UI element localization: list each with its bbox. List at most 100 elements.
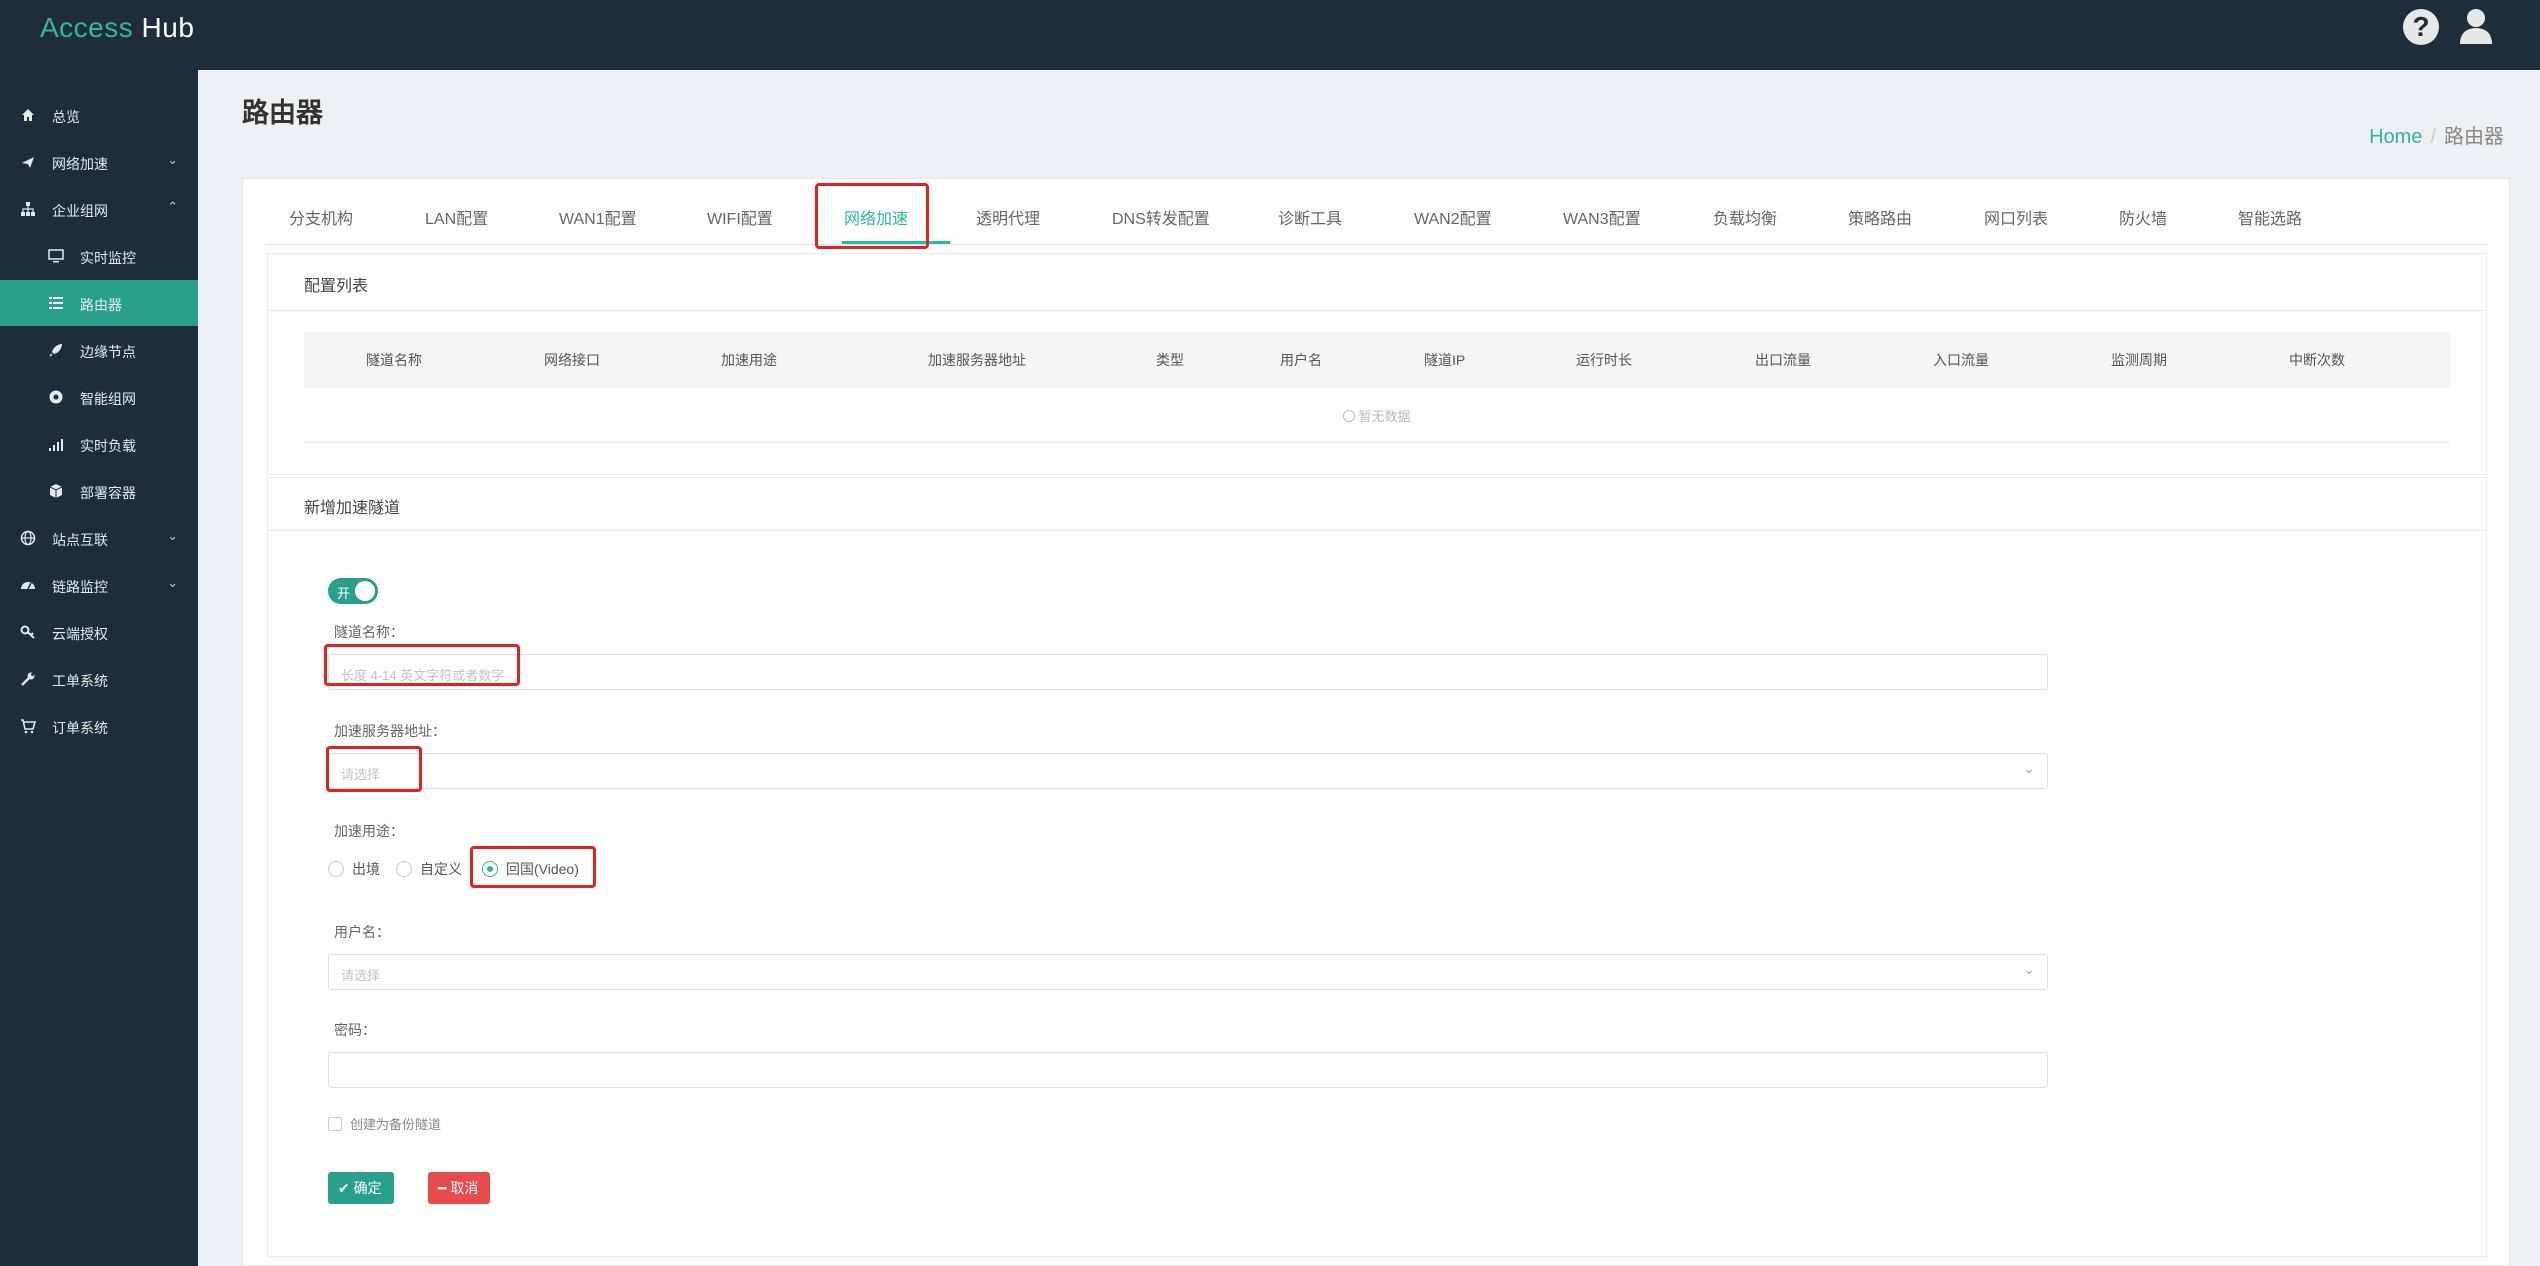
globe-icon (20, 530, 36, 546)
chevron-down-icon: ⌄ (167, 575, 178, 590)
network-icon (49, 390, 63, 404)
radio-circle (482, 861, 498, 877)
sidebar-item-edge-node[interactable]: 边缘节点 (0, 327, 198, 373)
sidebar-item-cloud-license[interactable]: 云端授权 (0, 609, 198, 655)
tunnel-name-input[interactable]: 长度 4-14 英文字符或者数字 (328, 654, 2048, 690)
new-tunnel-title: 新增加速隧道 (304, 500, 401, 517)
monitor-icon (48, 249, 64, 263)
question-circle-icon[interactable]: ? (2403, 9, 2439, 45)
config-list-title: 配置列表 (304, 278, 369, 295)
tab-lan-config[interactable]: LAN配置 (425, 205, 488, 229)
tab-firewall[interactable]: 防火墙 (2119, 205, 2167, 229)
column-header[interactable]: 隧道名称 (366, 350, 422, 370)
sidebar-item-deploy-container[interactable]: 部署容器 (0, 468, 198, 514)
new-tunnel-panel: 新增加速隧道 开 隧道名称： 长度 4-14 英文字符或者数字 加速服务器地址：… (267, 477, 2487, 1257)
confirm-button[interactable]: ✔ 确定 (328, 1172, 394, 1204)
tab-policy-route[interactable]: 策略路由 (1848, 205, 1912, 229)
column-header[interactable]: 类型 (1156, 350, 1184, 370)
plane-icon (22, 157, 34, 168)
active-tab-indicator (842, 241, 950, 244)
breadcrumb: Home / 路由器 (2369, 120, 2504, 149)
minus-icon: ━ (438, 1180, 447, 1196)
column-header[interactable]: 入口流量 (1933, 350, 1989, 370)
rocket-icon (49, 344, 62, 357)
purpose-radio-video[interactable]: 回国(Video) (482, 859, 579, 879)
radio-circle (328, 861, 344, 877)
column-header[interactable]: 隧道IP (1424, 350, 1465, 370)
home-icon (22, 109, 34, 121)
tab-network-acceleration[interactable]: 网络加速 (844, 205, 908, 229)
sidebar-item-ticket-system[interactable]: 工单系统 (0, 656, 198, 702)
cart-icon (21, 719, 36, 734)
column-header[interactable]: 中断次数 (2289, 350, 2345, 370)
tab-smart-route[interactable]: 智能选路 (2238, 205, 2302, 229)
chevron-down-icon: ⌄ (167, 152, 178, 167)
tab-dns-forward[interactable]: DNS转发配置 (1112, 205, 1210, 229)
table-bottom-border (304, 442, 2450, 443)
sidebar-item-order-system[interactable]: 订单系统 (0, 703, 198, 749)
column-header[interactable]: 加速服务器地址 (928, 350, 1026, 370)
tunnel-name-label: 隧道名称： (334, 624, 404, 640)
server-address-label: 加速服务器地址： (334, 723, 446, 739)
panel-divider (268, 530, 2486, 531)
tab-diagnostic-tools[interactable]: 诊断工具 (1278, 205, 1342, 229)
backup-tunnel-checkbox[interactable]: 创建为备份隧道 (328, 1114, 441, 1133)
tab-load-balance[interactable]: 负载均衡 (1713, 205, 1777, 229)
sidebar-item-link-monitor[interactable]: 链路监控 ⌄ (0, 562, 198, 608)
purpose-radio-outbound[interactable]: 出境 (328, 859, 380, 879)
main-card: 分支机构 LAN配置 WAN1配置 WIFI配置 网络加速 透明代理 DNS转发… (242, 178, 2510, 1266)
purpose-label: 加速用途： (334, 823, 404, 839)
sidebar-item-network-acceleration[interactable]: 网络加速 ⌄ (0, 139, 198, 185)
panel-divider (268, 310, 2486, 311)
checkbox-box (328, 1117, 342, 1131)
tab-wan1-config[interactable]: WAN1配置 (559, 205, 637, 229)
tab-wan3-config[interactable]: WAN3配置 (1563, 205, 1641, 229)
toggle-knob (355, 581, 375, 601)
sidebar-item-realtime-load[interactable]: 实时负载 (0, 421, 198, 467)
column-header[interactable]: 用户名 (1280, 350, 1322, 370)
sidebar-item-enterprise-network[interactable]: 企业组网 ⌃ (0, 186, 198, 232)
tab-transparent-proxy[interactable]: 透明代理 (976, 205, 1040, 229)
chevron-down-icon: ⌄ (2023, 961, 2035, 977)
sitemap-icon (21, 202, 35, 216)
tab-port-list[interactable]: 网口列表 (1984, 205, 2048, 229)
server-address-select[interactable]: 请选择 ⌄ (328, 753, 2048, 789)
user-icon[interactable] (2456, 6, 2496, 46)
purpose-radio-custom[interactable]: 自定义 (396, 859, 462, 879)
username-label: 用户名： (334, 924, 390, 940)
enable-toggle[interactable]: 开 (328, 578, 378, 604)
column-header[interactable]: 监测周期 (2111, 350, 2167, 370)
sidebar-item-overview[interactable]: 总览 (0, 92, 198, 138)
cancel-button[interactable]: ━ 取消 (428, 1172, 491, 1204)
column-header[interactable]: 加速用途 (721, 350, 777, 370)
breadcrumb-separator: / (2430, 126, 2436, 148)
empty-icon (1343, 410, 1356, 422)
password-input[interactable] (328, 1052, 2048, 1088)
key-icon (20, 625, 35, 639)
config-list-panel: 配置列表 隧道名称 网络接口 加速用途 加速服务器地址 类型 用户名 隧道IP … (267, 253, 2487, 475)
column-header[interactable]: 运行时长 (1576, 350, 1632, 370)
breadcrumb-home-link[interactable]: Home (2369, 126, 2422, 148)
app-logo[interactable]: Access Hub (40, 12, 194, 44)
column-header[interactable]: 网络接口 (544, 350, 600, 370)
sidebar-item-site-interconnect[interactable]: 站点互联 ⌄ (0, 515, 198, 561)
empty-state: 暂无数据 (268, 406, 2486, 425)
tab-wan2-config[interactable]: WAN2配置 (1414, 205, 1492, 229)
top-bar: Access Hub ? (0, 0, 2540, 70)
tab-wifi-config[interactable]: WIFI配置 (707, 205, 773, 229)
wrench-icon (21, 672, 35, 686)
check-icon: ✔ (338, 1180, 350, 1196)
chevron-down-icon: ⌄ (2023, 760, 2035, 776)
sidebar-item-realtime-monitor[interactable]: 实时监控 (0, 233, 198, 279)
username-select[interactable]: 请选择 ⌄ (328, 954, 2048, 990)
sidebar-item-router[interactable]: 路由器 (0, 280, 198, 326)
password-label: 密码： (334, 1022, 376, 1038)
chevron-up-icon: ⌃ (167, 199, 178, 214)
tab-branch[interactable]: 分支机构 (289, 205, 353, 229)
sidebar-item-smart-networking[interactable]: 智能组网 (0, 374, 198, 420)
column-header[interactable]: 出口流量 (1755, 350, 1811, 370)
cube-icon (49, 484, 63, 498)
chevron-down-icon: ⌄ (167, 528, 178, 543)
page-title: 路由器 (242, 98, 323, 128)
list-icon (49, 297, 63, 309)
